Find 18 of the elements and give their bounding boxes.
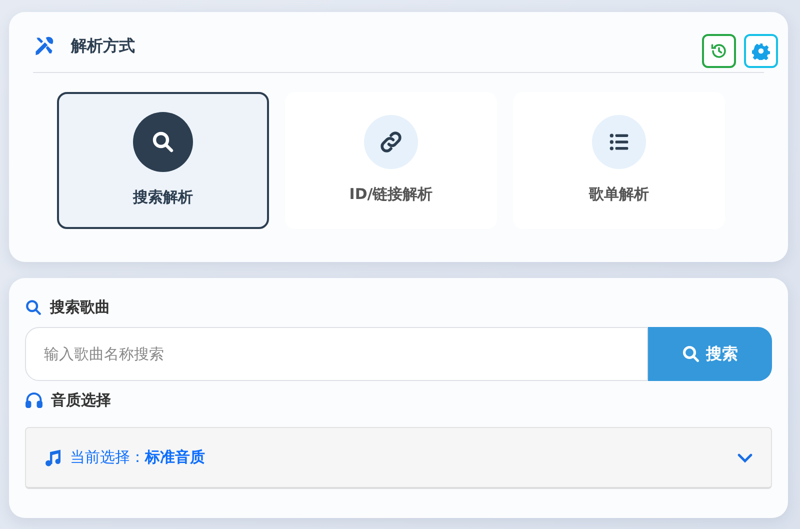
method-option[interactable]: 搜索解析 bbox=[57, 92, 269, 229]
section-title: 搜索歌曲 bbox=[50, 297, 110, 318]
panel-title: 解析方式 bbox=[71, 35, 135, 57]
headphones-icon bbox=[25, 391, 43, 408]
settings-icon bbox=[752, 42, 770, 60]
search-field[interactable]: 输入歌曲名称搜索 bbox=[25, 326, 648, 380]
history-icon bbox=[710, 42, 728, 60]
search-icon bbox=[25, 298, 42, 316]
tools-icon bbox=[33, 35, 55, 57]
history-button[interactable] bbox=[702, 34, 736, 68]
section-title: 音质选择 bbox=[51, 390, 111, 410]
current-selection: 当前选择：标准音质 bbox=[70, 447, 205, 468]
quality-dropdown[interactable]: 当前选择：标准音质 bbox=[25, 427, 772, 489]
method-option[interactable]: 歌单解析 bbox=[513, 92, 725, 229]
method-option[interactable]: ID/链接解析 bbox=[285, 92, 497, 229]
settings-button[interactable] bbox=[744, 34, 778, 68]
music-icon bbox=[44, 448, 62, 466]
search-icon bbox=[682, 344, 700, 362]
